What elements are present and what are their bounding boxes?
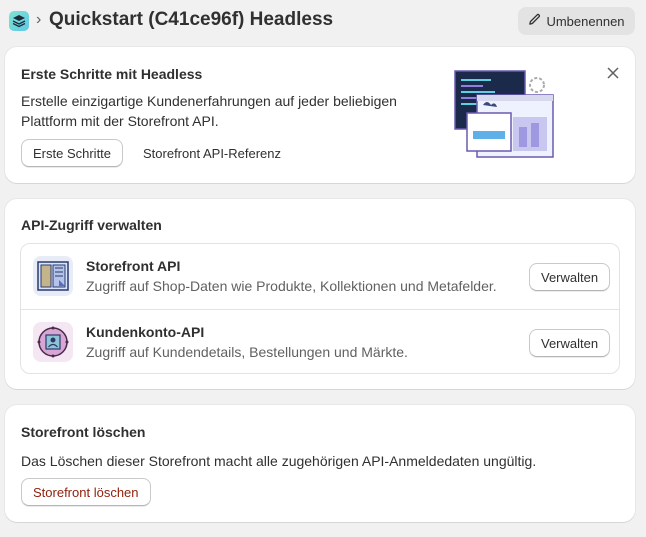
intro-card-description: Erstelle einzigartige Kundenerfahrungen … xyxy=(21,91,421,131)
page-header: › Quickstart (C41ce96f) Headless Umbenen… xyxy=(0,0,646,42)
intro-card: Erste Schritte mit Headless Erstelle ein… xyxy=(5,47,635,183)
delete-storefront-title: Storefront löschen xyxy=(21,424,146,440)
delete-storefront-description: Das Löschen dieser Storefront macht alle… xyxy=(21,453,537,469)
rename-button[interactable]: Umbenennen xyxy=(518,7,635,35)
rename-button-label: Umbenennen xyxy=(546,13,625,29)
customer-account-icon xyxy=(33,322,73,362)
customer-account-api-description: Zugriff auf Kundendetails, Bestellungen … xyxy=(86,344,408,360)
api-access-title: API-Zugriff verwalten xyxy=(21,217,162,233)
intro-card-title: Erste Schritte mit Headless xyxy=(21,66,203,82)
manage-storefront-api-button[interactable]: Verwalten xyxy=(529,263,611,291)
intro-description-line-1: Erstelle einzigartige Kundenerfahrungen … xyxy=(21,93,397,109)
storefront-icon xyxy=(33,256,73,296)
delete-storefront-button[interactable]: Storefront löschen xyxy=(21,478,151,506)
delete-storefront-card: Storefront löschen Das Löschen dieser St… xyxy=(5,405,635,522)
storefront-api-name: Storefront API xyxy=(86,258,181,274)
page-title: Quickstart (C41ce96f) Headless xyxy=(49,9,334,30)
storefront-api-reference-link[interactable]: Storefront API-Referenz xyxy=(143,146,281,161)
list-item: Kundenkonto-API Zugriff auf Kundendetail… xyxy=(21,309,619,374)
intro-description-line-2: Plattform mit der Storefront API. xyxy=(21,113,219,129)
breadcrumb-separator: › xyxy=(36,11,42,28)
manage-customer-account-api-button[interactable]: Verwalten xyxy=(529,329,611,357)
storefront-api-description: Zugriff auf Shop-Daten wie Produkte, Kol… xyxy=(86,278,497,294)
get-started-button[interactable]: Erste Schritte xyxy=(21,139,124,167)
list-item: Storefront API Zugriff auf Shop-Daten wi… xyxy=(21,244,619,309)
layers-icon xyxy=(9,11,29,31)
api-access-card: API-Zugriff verwalten Storefront API Zug… xyxy=(5,199,635,389)
customer-account-api-name: Kundenkonto-API xyxy=(86,324,205,340)
headless-illustration xyxy=(453,69,557,161)
api-list: Storefront API Zugriff auf Shop-Daten wi… xyxy=(20,243,620,374)
pencil-icon xyxy=(528,13,541,29)
close-icon[interactable] xyxy=(607,66,619,79)
